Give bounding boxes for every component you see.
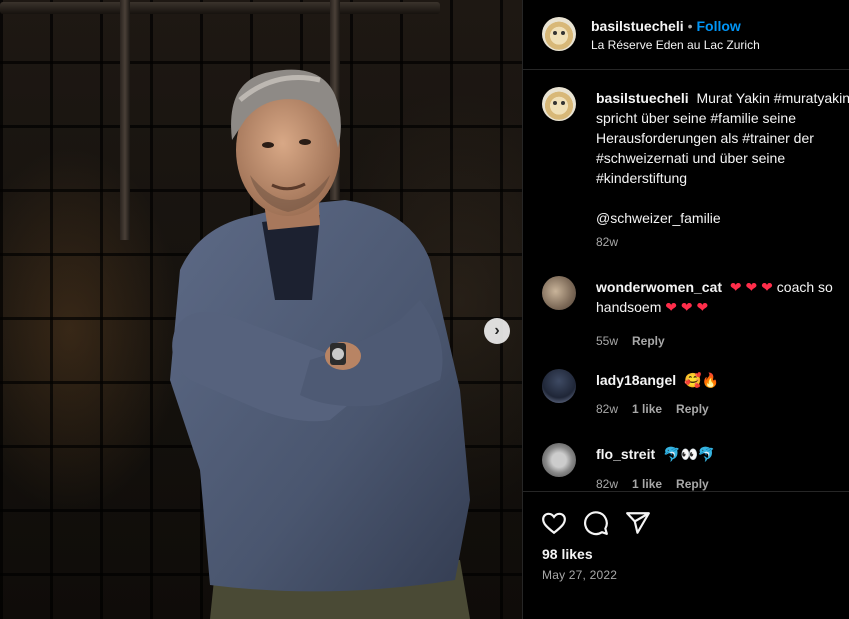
heart-emoji: ❤ ❤ ❤	[729, 279, 773, 295]
comment-likes[interactable]: 1 like	[632, 402, 662, 416]
comment-emoji: 🐬👀🐬	[663, 446, 716, 462]
reply-button[interactable]: Reply	[632, 334, 665, 348]
person-figure	[170, 69, 470, 619]
heart-emoji: ❤ ❤ ❤	[665, 299, 709, 315]
caption-age: 82w	[596, 235, 619, 249]
next-photo-button[interactable]: ›	[484, 318, 510, 344]
post-footer: 98 likes May 27, 2022	[523, 491, 849, 619]
action-bar	[541, 510, 651, 536]
comment-age: 82w	[596, 402, 619, 416]
follow-button[interactable]: Follow	[697, 18, 741, 34]
post-sidebar: basilstuecheli • Follow La Réserve Eden au…	[522, 0, 849, 619]
avatar[interactable]	[542, 17, 576, 51]
header-title: basilstuecheli • Follow	[591, 18, 741, 34]
likes-count[interactable]: 98 likes	[542, 546, 593, 562]
comment-meta: 55w Reply	[596, 334, 679, 348]
post-date[interactable]: May 27, 2022	[542, 568, 617, 582]
caption-body: Murat Yakin #muratyakin spricht über sei…	[596, 90, 849, 226]
comment-age: 82w	[596, 477, 619, 491]
send-icon[interactable]	[625, 510, 651, 536]
comment-age: 55w	[596, 334, 619, 348]
chevron-right-icon: ›	[494, 322, 500, 339]
heart-icon[interactable]	[541, 510, 567, 536]
comment-text: lady18angel 🥰🔥	[596, 370, 848, 390]
separator: •	[687, 18, 693, 34]
post-header: basilstuecheli • Follow La Réserve Eden au…	[523, 0, 849, 70]
comment-author[interactable]: flo_streit	[596, 446, 655, 462]
comment-text: wonderwomen_cat ❤ ❤ ❤ coach so handsoem …	[596, 277, 848, 317]
comment-text: flo_streit 🐬👀🐬	[596, 444, 848, 464]
caption-text: basilstuecheli Murat Yakin #muratyakin s…	[596, 88, 849, 228]
reply-button[interactable]: Reply	[676, 477, 709, 491]
comments-list[interactable]: basilstuecheli Murat Yakin #muratyakin s…	[523, 71, 849, 491]
post-photo[interactable]: ›	[0, 0, 522, 619]
comment-icon[interactable]	[583, 510, 609, 536]
comment-meta: 82w 1 like Reply	[596, 477, 723, 491]
author-link[interactable]: basilstuecheli	[596, 90, 689, 106]
comment-emoji: 🥰🔥	[684, 372, 719, 388]
avatar[interactable]	[542, 87, 576, 121]
comment-author[interactable]: wonderwomen_cat	[596, 279, 722, 295]
avatar[interactable]	[542, 443, 576, 477]
reply-button[interactable]: Reply	[676, 402, 709, 416]
location-link[interactable]: La Réserve Eden au Lac Zurich	[591, 38, 760, 52]
comment-author[interactable]: lady18angel	[596, 372, 676, 388]
avatar[interactable]	[542, 369, 576, 403]
comment-meta: 82w 1 like Reply	[596, 402, 723, 416]
author-link[interactable]: basilstuecheli	[591, 18, 684, 34]
comment-likes[interactable]: 1 like	[632, 477, 662, 491]
avatar[interactable]	[542, 276, 576, 310]
